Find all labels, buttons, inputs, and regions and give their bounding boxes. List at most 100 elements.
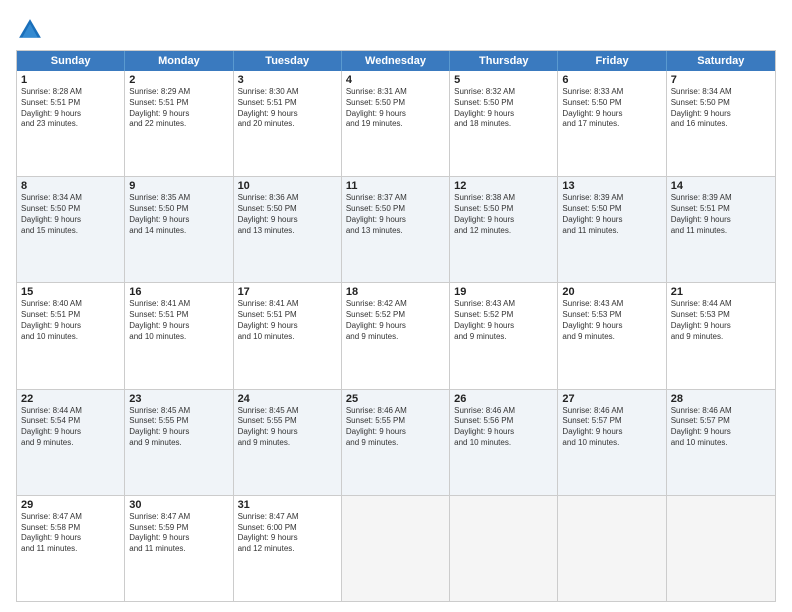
cell-line: Sunset: 5:51 PM xyxy=(129,98,228,109)
day-cell-9: 9Sunrise: 8:35 AMSunset: 5:50 PMDaylight… xyxy=(125,177,233,282)
cell-line: Sunset: 5:51 PM xyxy=(238,310,337,321)
cell-line: Sunrise: 8:41 AM xyxy=(129,299,228,310)
day-number: 5 xyxy=(454,74,553,86)
day-number: 25 xyxy=(346,393,445,405)
cell-line: and 11 minutes. xyxy=(671,226,771,237)
day-cell-17: 17Sunrise: 8:41 AMSunset: 5:51 PMDayligh… xyxy=(234,283,342,388)
day-cell-5: 5Sunrise: 8:32 AMSunset: 5:50 PMDaylight… xyxy=(450,71,558,176)
empty-cell-4-4 xyxy=(450,496,558,601)
cell-line: Sunrise: 8:36 AM xyxy=(238,193,337,204)
cell-line: Sunset: 5:53 PM xyxy=(562,310,661,321)
cell-line: Sunset: 5:51 PM xyxy=(129,310,228,321)
day-cell-8: 8Sunrise: 8:34 AMSunset: 5:50 PMDaylight… xyxy=(17,177,125,282)
cell-line: Sunrise: 8:31 AM xyxy=(346,87,445,98)
cell-line: Sunrise: 8:35 AM xyxy=(129,193,228,204)
day-number: 29 xyxy=(21,499,120,511)
cell-line: Daylight: 9 hours xyxy=(238,427,337,438)
cell-line: Daylight: 9 hours xyxy=(562,321,661,332)
calendar: SundayMondayTuesdayWednesdayThursdayFrid… xyxy=(16,50,776,602)
cell-line: Sunrise: 8:33 AM xyxy=(562,87,661,98)
day-cell-20: 20Sunrise: 8:43 AMSunset: 5:53 PMDayligh… xyxy=(558,283,666,388)
cell-line: and 12 minutes. xyxy=(238,544,337,555)
day-number: 28 xyxy=(671,393,771,405)
cell-line: Daylight: 9 hours xyxy=(346,215,445,226)
cell-line: Daylight: 9 hours xyxy=(454,427,553,438)
cell-line: Sunrise: 8:46 AM xyxy=(454,406,553,417)
day-number: 30 xyxy=(129,499,228,511)
calendar-row-0: 1Sunrise: 8:28 AMSunset: 5:51 PMDaylight… xyxy=(17,71,775,176)
cell-line: Daylight: 9 hours xyxy=(238,215,337,226)
header-day-thursday: Thursday xyxy=(450,51,558,71)
cell-line: and 9 minutes. xyxy=(671,332,771,343)
cell-line: and 14 minutes. xyxy=(129,226,228,237)
cell-line: and 9 minutes. xyxy=(562,332,661,343)
cell-line: Daylight: 9 hours xyxy=(238,109,337,120)
calendar-row-4: 29Sunrise: 8:47 AMSunset: 5:58 PMDayligh… xyxy=(17,495,775,601)
cell-line: and 9 minutes. xyxy=(346,438,445,449)
cell-line: Sunset: 5:56 PM xyxy=(454,416,553,427)
cell-line: Sunset: 5:50 PM xyxy=(129,204,228,215)
cell-line: Sunrise: 8:29 AM xyxy=(129,87,228,98)
cell-line: Daylight: 9 hours xyxy=(671,321,771,332)
day-cell-30: 30Sunrise: 8:47 AMSunset: 5:59 PMDayligh… xyxy=(125,496,233,601)
empty-cell-4-3 xyxy=(342,496,450,601)
day-cell-4: 4Sunrise: 8:31 AMSunset: 5:50 PMDaylight… xyxy=(342,71,450,176)
cell-line: and 18 minutes. xyxy=(454,119,553,130)
cell-line: and 9 minutes. xyxy=(346,332,445,343)
calendar-header: SundayMondayTuesdayWednesdayThursdayFrid… xyxy=(17,51,775,71)
cell-line: Daylight: 9 hours xyxy=(21,215,120,226)
cell-line: Sunrise: 8:42 AM xyxy=(346,299,445,310)
logo-icon xyxy=(16,16,44,44)
cell-line: Daylight: 9 hours xyxy=(21,427,120,438)
cell-line: and 9 minutes. xyxy=(129,438,228,449)
day-cell-28: 28Sunrise: 8:46 AMSunset: 5:57 PMDayligh… xyxy=(667,390,775,495)
day-number: 10 xyxy=(238,180,337,192)
cell-line: Sunset: 5:50 PM xyxy=(238,204,337,215)
cell-line: Daylight: 9 hours xyxy=(671,427,771,438)
cell-line: and 12 minutes. xyxy=(454,226,553,237)
cell-line: Sunrise: 8:44 AM xyxy=(21,406,120,417)
day-number: 13 xyxy=(562,180,661,192)
cell-line: Sunrise: 8:39 AM xyxy=(671,193,771,204)
day-cell-15: 15Sunrise: 8:40 AMSunset: 5:51 PMDayligh… xyxy=(17,283,125,388)
day-cell-2: 2Sunrise: 8:29 AMSunset: 5:51 PMDaylight… xyxy=(125,71,233,176)
cell-line: Sunrise: 8:47 AM xyxy=(129,512,228,523)
empty-cell-4-6 xyxy=(667,496,775,601)
cell-line: and 17 minutes. xyxy=(562,119,661,130)
cell-line: and 10 minutes. xyxy=(238,332,337,343)
day-number: 4 xyxy=(346,74,445,86)
day-number: 21 xyxy=(671,286,771,298)
day-cell-27: 27Sunrise: 8:46 AMSunset: 5:57 PMDayligh… xyxy=(558,390,666,495)
day-cell-14: 14Sunrise: 8:39 AMSunset: 5:51 PMDayligh… xyxy=(667,177,775,282)
cell-line: Sunrise: 8:43 AM xyxy=(454,299,553,310)
day-cell-16: 16Sunrise: 8:41 AMSunset: 5:51 PMDayligh… xyxy=(125,283,233,388)
day-number: 2 xyxy=(129,74,228,86)
cell-line: Sunset: 5:58 PM xyxy=(21,523,120,534)
cell-line: Daylight: 9 hours xyxy=(129,533,228,544)
cell-line: Sunset: 5:50 PM xyxy=(562,98,661,109)
calendar-row-2: 15Sunrise: 8:40 AMSunset: 5:51 PMDayligh… xyxy=(17,282,775,388)
cell-line: Sunrise: 8:46 AM xyxy=(562,406,661,417)
day-number: 3 xyxy=(238,74,337,86)
cell-line: Sunrise: 8:39 AM xyxy=(562,193,661,204)
cell-line: Daylight: 9 hours xyxy=(671,109,771,120)
day-number: 27 xyxy=(562,393,661,405)
empty-cell-4-5 xyxy=(558,496,666,601)
cell-line: Sunset: 5:57 PM xyxy=(562,416,661,427)
day-number: 9 xyxy=(129,180,228,192)
cell-line: Sunrise: 8:34 AM xyxy=(671,87,771,98)
cell-line: Daylight: 9 hours xyxy=(346,109,445,120)
cell-line: Sunrise: 8:30 AM xyxy=(238,87,337,98)
cell-line: Daylight: 9 hours xyxy=(454,215,553,226)
cell-line: Daylight: 9 hours xyxy=(454,321,553,332)
cell-line: Daylight: 9 hours xyxy=(129,215,228,226)
day-cell-31: 31Sunrise: 8:47 AMSunset: 6:00 PMDayligh… xyxy=(234,496,342,601)
cell-line: Sunrise: 8:47 AM xyxy=(21,512,120,523)
cell-line: Sunset: 5:55 PM xyxy=(346,416,445,427)
cell-line: and 13 minutes. xyxy=(238,226,337,237)
cell-line: Sunrise: 8:46 AM xyxy=(346,406,445,417)
day-cell-7: 7Sunrise: 8:34 AMSunset: 5:50 PMDaylight… xyxy=(667,71,775,176)
cell-line: Daylight: 9 hours xyxy=(454,109,553,120)
cell-line: Sunrise: 8:32 AM xyxy=(454,87,553,98)
cell-line: Daylight: 9 hours xyxy=(129,109,228,120)
